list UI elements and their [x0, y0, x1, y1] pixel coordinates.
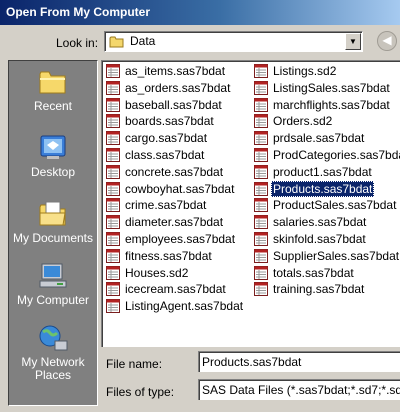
- file-name: ListingAgent.sas7bdat: [125, 299, 244, 314]
- place-recent[interactable]: Recent: [9, 67, 97, 113]
- file-name: ProductSales.sas7bdat: [273, 198, 397, 213]
- title-bar[interactable]: Open From My Computer: [0, 0, 400, 25]
- sas-data-file-icon: [106, 80, 120, 95]
- file-name: prdsale.sas7bdat: [273, 131, 365, 146]
- file-list[interactable]: as_items.sas7bdat as_orders.sas7bdatbaseb…: [101, 60, 400, 347]
- file-name: totals.sas7bdat: [273, 265, 354, 280]
- chevron-down-icon[interactable]: ▼: [345, 33, 361, 50]
- place-label: Desktop: [30, 165, 76, 179]
- network-places-icon: [39, 325, 68, 351]
- sas-data-file-icon: [254, 164, 268, 179]
- sas-data-file-icon: [254, 97, 268, 112]
- sas-data-file-icon: [254, 282, 268, 297]
- sas-data-file-icon: [254, 80, 268, 95]
- sas-data-file-icon: [254, 64, 268, 78]
- file-name: concrete.sas7bdat: [125, 164, 224, 179]
- place-label: My Network Places: [21, 355, 85, 382]
- file-name: marchflights.sas7bdat: [273, 97, 390, 112]
- sas-data-file-icon: [106, 265, 120, 280]
- sas-data-file-icon: [254, 114, 268, 129]
- file-name: skinfold.sas7bdat: [273, 231, 366, 246]
- file-name: fitness.sas7bdat: [125, 248, 212, 263]
- file-name-input[interactable]: Products.sas7bdat: [198, 351, 400, 372]
- sas-data-file-icon: [254, 231, 268, 246]
- file-name-label: File name:: [106, 357, 163, 371]
- file-name: icecream.sas7bdat: [125, 282, 226, 297]
- place-network[interactable]: My Network Places: [9, 323, 97, 382]
- file-name: ProdCategories.sas7bdat: [273, 147, 400, 162]
- sas-data-file-icon: [106, 299, 120, 314]
- file-name: cowboyhat.sas7bdat: [125, 181, 235, 196]
- file-name: cargo.sas7bdat: [125, 131, 208, 146]
- sas-data-file-icon: [106, 114, 120, 129]
- file-name: product1.sas7bdat: [273, 164, 372, 179]
- file-type-label: Files of type:: [106, 385, 175, 399]
- window-title: Open From My Computer: [6, 5, 151, 19]
- sas-data-file-icon: [106, 231, 120, 246]
- sas-data-file-icon: [106, 181, 120, 196]
- folder-icon: [109, 35, 125, 52]
- file-name: ListingSales.sas7bdat: [273, 80, 390, 95]
- sas-data-file-icon: [254, 265, 268, 280]
- sas-data-file-icon: [106, 131, 120, 146]
- sas-data-file-icon: [106, 282, 120, 297]
- file-name: SupplierSales.sas7bdat: [273, 248, 400, 263]
- file-name: Houses.sd2: [125, 265, 189, 280]
- recent-folder-icon: [39, 71, 66, 94]
- file-name: baseball.sas7bdat: [125, 97, 222, 112]
- sas-data-file-icon: [254, 131, 268, 146]
- file-name: training.sas7bdat: [273, 282, 365, 297]
- file-name: as_orders.sas7bdat: [125, 80, 231, 95]
- sas-data-file-icon: [106, 248, 120, 263]
- back-arrow-icon[interactable]: ◀: [377, 31, 397, 51]
- sas-data-file-icon: [106, 198, 120, 213]
- sas-data-file-icon: [254, 147, 268, 162]
- sas-data-file-icon: [254, 198, 268, 213]
- file-name: Listings.sd2: [273, 64, 337, 78]
- file-type-select[interactable]: SAS Data Files (*.sas7bdat;*.sd7;*.sd2): [198, 379, 400, 400]
- place-label: Recent: [33, 99, 73, 113]
- file-name: boards.sas7bdat: [125, 114, 214, 129]
- file-name: crime.sas7bdat: [125, 198, 207, 213]
- place-my-computer[interactable]: My Computer: [9, 261, 97, 307]
- place-desktop[interactable]: Desktop: [9, 133, 97, 179]
- file-name: as_items.sas7bdat: [125, 64, 226, 78]
- file-name: diameter.sas7bdat: [125, 215, 224, 230]
- my-computer-icon: [39, 263, 67, 288]
- file-name: employees.sas7bdat: [125, 231, 236, 246]
- file-name: class.sas7bdat: [125, 147, 205, 162]
- places-bar: Recent Desktop My Documents My Computer: [8, 60, 98, 406]
- look-in-label: Look in:: [56, 36, 99, 50]
- sas-data-file-icon: [106, 164, 120, 179]
- file-name: Products.sas7bdat: [271, 180, 375, 197]
- place-label: My Documents: [12, 231, 94, 245]
- sas-data-file-icon: [106, 215, 120, 230]
- look-in-value: Data: [130, 34, 156, 48]
- place-label: My Computer: [16, 293, 90, 307]
- sas-data-file-icon: [106, 147, 120, 162]
- file-name: salaries.sas7bdat: [273, 215, 367, 230]
- my-documents-icon: [39, 201, 66, 226]
- sas-data-file-icon: [254, 248, 268, 263]
- sas-data-file-icon: [106, 97, 120, 112]
- sas-data-file-icon: [254, 215, 268, 230]
- look-in-dropdown[interactable]: Data ▼: [104, 31, 363, 52]
- file-name: Orders.sd2: [273, 114, 333, 129]
- place-my-documents[interactable]: My Documents: [9, 199, 97, 245]
- sas-data-file-icon: [254, 181, 268, 196]
- desktop-icon: [40, 135, 66, 159]
- sas-data-file-icon: [106, 64, 120, 78]
